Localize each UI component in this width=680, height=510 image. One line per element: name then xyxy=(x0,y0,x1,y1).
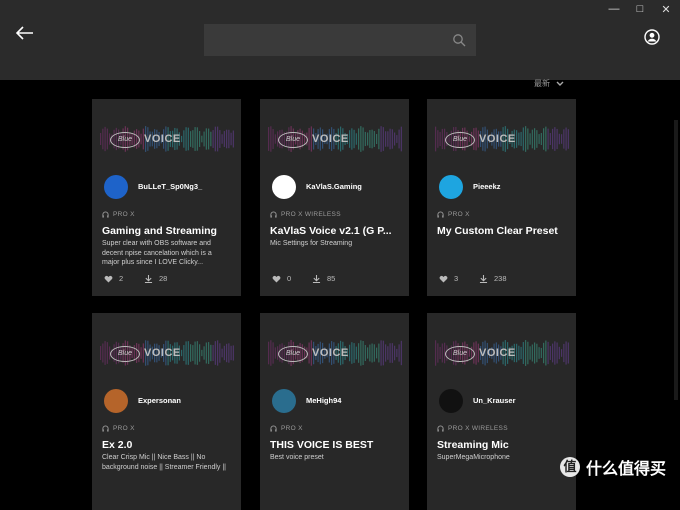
like-count[interactable]: 2 xyxy=(104,274,144,283)
preset-card[interactable]: Blue VOICE Un_Krauser PRO X WIRELESS Str… xyxy=(427,313,576,510)
download-count[interactable]: 238 xyxy=(479,274,507,283)
blue-logo: Blue xyxy=(110,132,140,148)
author-name[interactable]: Un_Krauser xyxy=(473,396,516,405)
preset-card[interactable]: Blue VOICE Pieeekz PRO X My Custom Clear… xyxy=(427,99,576,296)
device-tag: PRO X xyxy=(437,211,470,218)
blue-logo: Blue xyxy=(445,346,475,362)
author-name[interactable]: KaVlaS.Gaming xyxy=(306,182,362,191)
headset-icon xyxy=(270,425,277,432)
download-count[interactable]: 85 xyxy=(312,274,335,283)
sort-dropdown[interactable]: 最新 xyxy=(534,78,564,89)
heart-icon[interactable] xyxy=(272,275,281,283)
like-count[interactable]: 3 xyxy=(439,274,479,283)
sort-label: 最新 xyxy=(534,79,550,88)
card-banner: Blue VOICE xyxy=(92,99,241,179)
blue-logo: Blue xyxy=(278,346,308,362)
card-banner: Blue VOICE xyxy=(260,313,409,393)
close-icon[interactable]: ✕ xyxy=(660,3,672,16)
preset-title: Ex 2.0 xyxy=(102,439,133,451)
preset-card[interactable]: Blue VOICE KaVlaS.Gaming PRO X WIRELESS … xyxy=(260,99,409,296)
preset-title: Streaming Mic xyxy=(437,439,509,451)
voice-label: VOICE xyxy=(312,347,349,359)
window-controls: — □ ✕ xyxy=(608,3,672,16)
card-banner: Blue VOICE xyxy=(260,99,409,179)
device-label: PRO X WIRELESS xyxy=(448,425,508,432)
preset-title: THIS VOICE IS BEST xyxy=(270,439,374,451)
voice-label: VOICE xyxy=(479,133,516,145)
voice-label: VOICE xyxy=(312,133,349,145)
chevron-down-icon xyxy=(556,81,564,86)
preset-stats: 0 85 xyxy=(272,274,335,283)
avatar[interactable] xyxy=(104,389,128,413)
device-tag: PRO X WIRELESS xyxy=(270,211,341,218)
voice-label: VOICE xyxy=(144,347,181,359)
preset-card[interactable]: Blue VOICE MeHigh94 PRO X THIS VOICE IS … xyxy=(260,313,409,510)
watermark-text: 什么值得买 xyxy=(586,461,667,478)
maximize-icon[interactable]: □ xyxy=(634,3,646,16)
voice-label: VOICE xyxy=(144,133,181,145)
device-label: PRO X xyxy=(448,211,470,218)
device-label: PRO X xyxy=(113,211,135,218)
blue-logo: Blue xyxy=(278,132,308,148)
heart-icon[interactable] xyxy=(439,275,448,283)
search-input[interactable] xyxy=(204,24,476,56)
heart-icon[interactable] xyxy=(104,275,113,283)
device-label: PRO X WIRELESS xyxy=(281,211,341,218)
avatar[interactable] xyxy=(439,389,463,413)
preset-stats: 2 28 xyxy=(104,274,167,283)
preset-title: KaVlaS Voice v2.1 (G P... xyxy=(270,225,392,237)
headset-icon xyxy=(437,425,444,432)
card-banner: Blue VOICE xyxy=(427,313,576,393)
minimize-icon[interactable]: — xyxy=(608,3,620,16)
headset-icon xyxy=(437,211,444,218)
device-tag: PRO X WIRELESS xyxy=(437,425,508,432)
device-tag: PRO X xyxy=(102,211,135,218)
avatar[interactable] xyxy=(104,175,128,199)
avatar[interactable] xyxy=(439,175,463,199)
author-name[interactable]: BuLLeT_Sp0Ng3_ xyxy=(138,182,202,191)
download-icon[interactable] xyxy=(479,274,488,283)
preset-description: SuperMegaMicrophone xyxy=(437,454,510,461)
card-banner: Blue VOICE xyxy=(427,99,576,179)
author-name[interactable]: Pieeekz xyxy=(473,182,501,191)
preset-card[interactable]: Blue VOICE BuLLeT_Sp0Ng3_ PRO X Gaming a… xyxy=(92,99,241,296)
preset-title: My Custom Clear Preset xyxy=(437,225,558,237)
download-icon[interactable] xyxy=(312,274,321,283)
preset-title: Gaming and Streaming xyxy=(102,225,217,237)
blue-logo: Blue xyxy=(110,346,140,362)
preset-description: Mic Settings for Streaming xyxy=(270,240,353,247)
preset-description: Clear Crisp Mic || Nice Bass || No backg… xyxy=(102,454,226,471)
headset-icon xyxy=(102,425,109,432)
user-account-icon[interactable] xyxy=(644,29,660,45)
watermark-logo: 值 什么值得买 xyxy=(560,455,666,479)
avatar[interactable] xyxy=(272,389,296,413)
device-tag: PRO X xyxy=(270,425,303,432)
device-label: PRO X xyxy=(281,425,303,432)
download-count[interactable]: 28 xyxy=(144,274,167,283)
back-arrow-icon[interactable] xyxy=(16,26,34,40)
preset-stats: 3 238 xyxy=(439,274,507,283)
like-count[interactable]: 0 xyxy=(272,274,312,283)
author-name[interactable]: Expersonan xyxy=(138,396,181,405)
search-icon[interactable] xyxy=(452,33,466,47)
preset-card[interactable]: Blue VOICE Expersonan PRO X Ex 2.0 Clear… xyxy=(92,313,241,510)
card-banner: Blue VOICE xyxy=(92,313,241,393)
preset-description: Best voice preset xyxy=(270,454,324,461)
scrollbar[interactable] xyxy=(674,120,678,400)
voice-label: VOICE xyxy=(479,347,516,359)
author-name[interactable]: MeHigh94 xyxy=(306,396,341,405)
headset-icon xyxy=(102,211,109,218)
device-tag: PRO X xyxy=(102,425,135,432)
download-icon[interactable] xyxy=(144,274,153,283)
headset-icon xyxy=(270,211,277,218)
avatar[interactable] xyxy=(272,175,296,199)
preset-description: Super clear with OBS software and decent… xyxy=(102,240,212,266)
watermark-badge: 值 xyxy=(560,457,580,477)
top-bar: — □ ✕ xyxy=(0,0,680,80)
blue-logo: Blue xyxy=(445,132,475,148)
device-label: PRO X xyxy=(113,425,135,432)
